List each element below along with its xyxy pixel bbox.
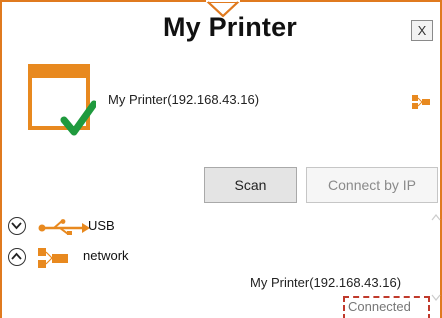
connect-by-ip-button[interactable]: Connect by IP bbox=[306, 167, 438, 203]
printer-icon bbox=[28, 64, 96, 136]
printer-window: My Printer X My Printer(192.168.43.16) S… bbox=[0, 0, 442, 318]
scan-button[interactable]: Scan bbox=[204, 167, 297, 203]
status-badge: Connected bbox=[348, 299, 411, 314]
chevron-down-icon bbox=[11, 222, 22, 230]
collapse-toggle[interactable] bbox=[8, 248, 26, 266]
device-name: My Printer(192.168.43.16) bbox=[108, 92, 260, 107]
usb-label: USB bbox=[88, 218, 115, 233]
expand-toggle[interactable] bbox=[8, 217, 26, 235]
window-title: My Printer bbox=[162, 12, 298, 42]
network-device-name[interactable]: My Printer(192.168.43.16) bbox=[250, 275, 401, 290]
chevron-down-icon[interactable] bbox=[431, 290, 441, 304]
connection-network[interactable]: network bbox=[8, 247, 208, 269]
network-icon[interactable] bbox=[412, 95, 430, 109]
chevron-up-icon[interactable] bbox=[431, 210, 441, 224]
chevron-up-icon bbox=[11, 252, 22, 260]
close-button[interactable]: X bbox=[411, 20, 433, 41]
network-icon bbox=[38, 248, 68, 268]
usb-icon bbox=[38, 219, 90, 235]
window-border-top bbox=[0, 0, 211, 2]
window-border-left bbox=[0, 0, 2, 318]
network-label: network bbox=[83, 248, 129, 263]
window-border-top bbox=[236, 0, 442, 2]
connection-usb[interactable]: USB bbox=[8, 216, 208, 238]
